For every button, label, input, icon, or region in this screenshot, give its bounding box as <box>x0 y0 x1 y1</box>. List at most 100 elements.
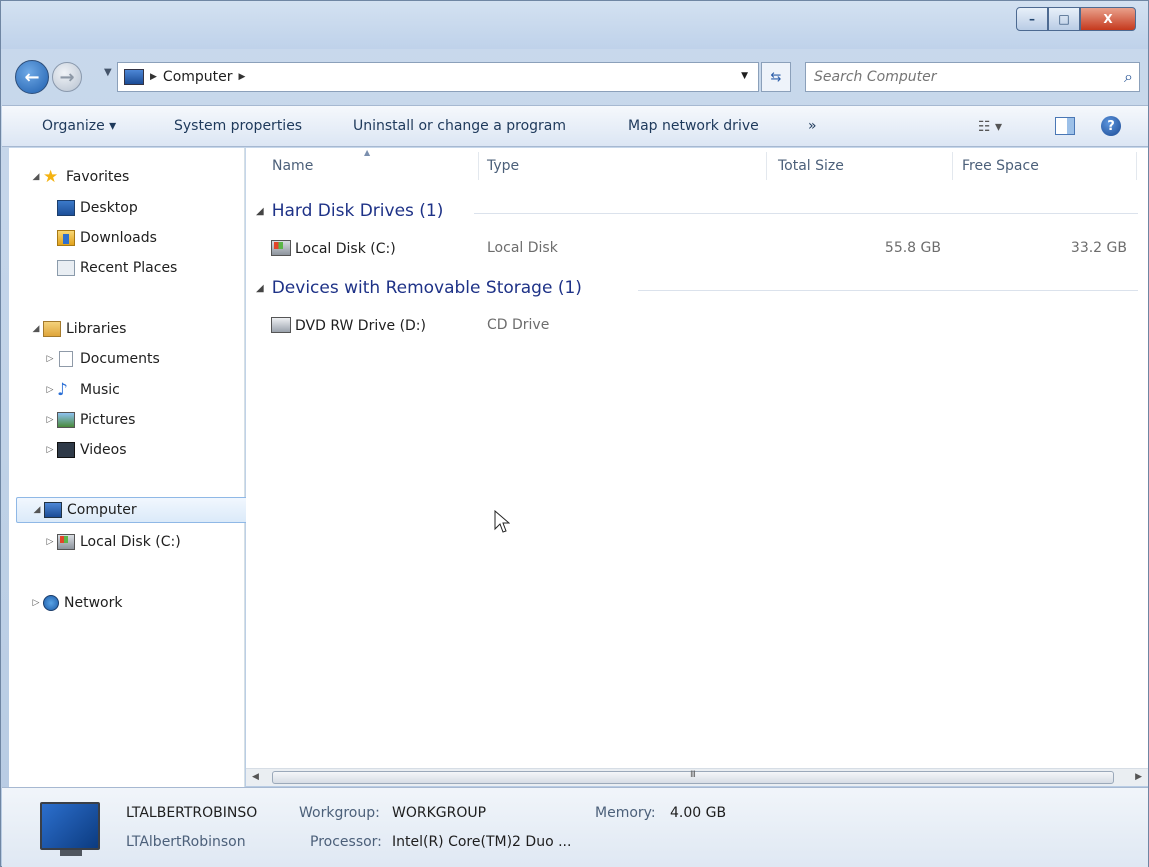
local-disk-icon <box>271 240 291 256</box>
nav-item-label: Desktop <box>80 200 138 216</box>
item-type: CD Drive <box>487 317 550 333</box>
system-properties-button[interactable]: System properties <box>174 118 302 134</box>
collapse-icon[interactable]: ◢ <box>30 505 44 515</box>
recent-places-icon <box>57 260 75 276</box>
caption-buttons: – □ X <box>1016 7 1136 31</box>
workgroup-label: Workgroup: <box>299 805 380 821</box>
scrollbar-grip: III <box>690 770 696 780</box>
nav-item-label: Computer <box>67 502 137 518</box>
address-row: ← → ▼ ▶ Computer ▶ ▼ ⇆ ⌕ <box>1 57 1148 97</box>
group-header-removable-storage[interactable]: ◢ Devices with Removable Storage (1) <box>256 278 582 298</box>
nav-item-local-disk[interactable]: ▷ Local Disk (C:) <box>43 529 181 555</box>
item-name-label: Local Disk (C:) <box>295 241 396 257</box>
column-type[interactable]: Type <box>487 158 519 174</box>
search-icon[interactable]: ⌕ <box>1124 67 1133 87</box>
column-divider[interactable] <box>1136 152 1137 180</box>
collapse-icon[interactable]: ◢ <box>256 283 264 294</box>
details-pane: LTALBERTROBINSO LTAlbertRobinson Workgro… <box>2 787 1148 867</box>
nav-item-label: Libraries <box>66 321 127 337</box>
nav-item-recent-places[interactable]: Recent Places <box>57 255 177 281</box>
sort-ascending-icon: ▲ <box>364 148 371 157</box>
star-icon: ★ <box>43 167 59 187</box>
item-free-space: 33.2 GB <box>1070 240 1127 256</box>
nav-item-videos[interactable]: ▷ Videos <box>43 437 127 463</box>
group-divider <box>474 213 1138 214</box>
nav-item-computer[interactable]: ◢ Computer <box>16 497 250 523</box>
user-name: LTAlbertRobinson <box>126 834 246 850</box>
libraries-icon <box>43 321 61 337</box>
local-disk-icon <box>57 534 75 550</box>
nav-item-desktop[interactable]: Desktop <box>57 195 138 221</box>
nav-item-label: Favorites <box>66 169 130 185</box>
more-commands-button[interactable]: » <box>808 118 817 134</box>
search-input[interactable] <box>814 63 1104 91</box>
change-view-icon[interactable]: ☷ ▾ <box>978 119 1002 135</box>
collapse-icon[interactable]: ◢ <box>29 324 43 334</box>
breadcrumb-separator-icon[interactable]: ▶ <box>239 72 246 82</box>
map-network-drive-button[interactable]: Map network drive <box>628 118 759 134</box>
organize-button[interactable]: Organize ▾ <box>42 118 116 134</box>
column-name[interactable]: Name <box>272 158 313 174</box>
scroll-left-icon[interactable]: ◀ <box>252 772 259 782</box>
expand-icon[interactable]: ▷ <box>43 354 57 364</box>
nav-item-favorites[interactable]: ◢ ★ Favorites <box>29 164 130 190</box>
scrollbar-thumb[interactable]: III <box>272 770 1114 784</box>
expand-icon[interactable]: ▷ <box>43 415 57 425</box>
nav-item-documents[interactable]: ▷ Documents <box>43 346 160 372</box>
dvd-drive-icon <box>271 317 291 333</box>
nav-item-network[interactable]: ▷ Network <box>29 590 122 616</box>
expand-icon[interactable]: ▷ <box>43 445 57 455</box>
column-divider[interactable] <box>766 152 767 180</box>
breadcrumb-separator-icon[interactable]: ▶ <box>150 72 157 82</box>
nav-item-label: Videos <box>80 442 127 458</box>
videos-icon <box>57 442 75 458</box>
expand-icon[interactable]: ▷ <box>43 537 57 547</box>
title-bar[interactable]: – □ X <box>1 1 1148 49</box>
network-icon <box>43 595 59 611</box>
address-bar[interactable]: ▶ Computer ▶ ▼ <box>117 62 759 92</box>
music-icon: ♪ <box>57 380 68 400</box>
table-row[interactable]: DVD RW Drive (D:) CD Drive <box>271 314 1141 338</box>
minimize-button[interactable]: – <box>1016 7 1048 31</box>
workgroup-value: WORKGROUP <box>392 805 487 821</box>
horizontal-scrollbar[interactable]: ◀ III ▶ <box>246 768 1148 786</box>
column-total-size[interactable]: Total Size <box>778 158 844 174</box>
nav-item-music[interactable]: ▷ ♪ Music <box>43 377 120 403</box>
table-row[interactable]: Local Disk (C:) Local Disk 55.8 GB 33.2 … <box>271 237 1141 261</box>
group-header-hard-disk-drives[interactable]: ◢ Hard Disk Drives (1) <box>256 201 443 221</box>
column-header: ▲ Name Type Total Size Free Space <box>246 148 1148 186</box>
preview-pane-icon[interactable] <box>1055 117 1075 135</box>
help-icon[interactable]: ? <box>1101 116 1121 136</box>
collapse-icon[interactable]: ◢ <box>256 206 264 217</box>
expand-icon[interactable]: ▷ <box>29 598 43 608</box>
recent-pages-dropdown-icon[interactable]: ▼ <box>104 67 112 78</box>
processor-label: Processor: <box>310 834 382 850</box>
group-divider <box>638 290 1138 291</box>
documents-icon <box>59 351 73 367</box>
forward-button[interactable]: → <box>52 62 82 92</box>
uninstall-program-button[interactable]: Uninstall or change a program <box>353 118 566 134</box>
refresh-button[interactable]: ⇆ <box>761 62 791 92</box>
pictures-icon <box>57 412 75 428</box>
nav-item-pictures[interactable]: ▷ Pictures <box>43 407 135 433</box>
nav-item-libraries[interactable]: ◢ Libraries <box>29 316 126 342</box>
nav-item-label: Network <box>64 595 123 611</box>
scroll-right-icon[interactable]: ▶ <box>1135 772 1142 782</box>
breadcrumb-computer[interactable]: Computer <box>163 69 233 85</box>
close-button[interactable]: X <box>1080 7 1136 31</box>
address-history-dropdown-icon[interactable]: ▼ <box>741 71 748 81</box>
column-divider[interactable] <box>952 152 953 180</box>
column-free-space[interactable]: Free Space <box>962 158 1039 174</box>
back-button[interactable]: ← <box>15 60 49 94</box>
computer-icon <box>124 69 144 85</box>
command-bar: Organize ▾ System properties Uninstall o… <box>2 105 1148 147</box>
collapse-icon[interactable]: ◢ <box>29 172 43 182</box>
search-box[interactable]: ⌕ <box>805 62 1140 92</box>
nav-item-downloads[interactable]: Downloads <box>57 225 157 251</box>
maximize-button[interactable]: □ <box>1048 7 1080 31</box>
group-title: Hard Disk Drives (1) <box>271 201 444 221</box>
processor-value: Intel(R) Core(TM)2 Duo ... <box>392 834 572 850</box>
column-divider[interactable] <box>478 152 479 180</box>
group-title: Devices with Removable Storage (1) <box>271 278 582 298</box>
expand-icon[interactable]: ▷ <box>43 385 57 395</box>
